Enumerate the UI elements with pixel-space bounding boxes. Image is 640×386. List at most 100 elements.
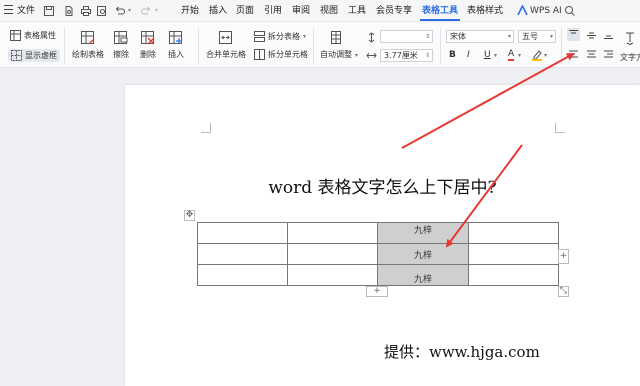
auto-fit-button[interactable]: 自动调整: [320, 30, 352, 60]
text-direction-icon[interactable]: [624, 31, 636, 45]
table-cell[interactable]: [468, 222, 559, 244]
draw-table-button[interactable]: 绘制表格: [72, 30, 104, 60]
merge-cells-button[interactable]: 合并单元格: [206, 30, 246, 60]
split-cells-icon: [254, 49, 265, 60]
table-properties-icon: [10, 30, 21, 41]
table-cell[interactable]: [468, 243, 559, 265]
insert-row-icon: [169, 31, 182, 44]
row-height-field[interactable]: ⇕: [380, 30, 433, 43]
underline-icon[interactable]: U: [484, 50, 491, 60]
tab-home[interactable]: 开始: [181, 4, 199, 18]
tab-page[interactable]: 页面: [236, 4, 254, 18]
undo-dropdown-icon[interactable]: ▾: [128, 4, 131, 18]
row-height-stepper-icon[interactable]: ⇕: [425, 31, 430, 42]
menu-bar: 文件 ▾ ▾ 开始 插入 页面 引用 审阅 视图 工具 会员专享 表格工具 表格…: [0, 0, 640, 22]
table-cell[interactable]: [197, 243, 288, 265]
table-cell[interactable]: [287, 243, 378, 265]
erase-button[interactable]: 擦除: [113, 30, 129, 60]
tab-view[interactable]: 视图: [320, 4, 338, 18]
split-cells-label: 拆分单元格: [268, 50, 308, 59]
insert-button[interactable]: 插入: [168, 30, 184, 60]
table-cell[interactable]: [468, 264, 559, 286]
table-cell[interactable]: [287, 264, 378, 286]
underline-dropdown-icon[interactable]: ▾: [494, 52, 497, 59]
table-resize-handle-icon[interactable]: ⤡: [558, 286, 569, 297]
font-size-dropdown-icon: ▾: [549, 33, 553, 40]
save-icon[interactable]: [43, 5, 55, 17]
insert-label: 插入: [168, 50, 184, 59]
font-name-dropdown-icon: ▾: [507, 33, 511, 40]
column-width-value: 3.77厘米: [384, 51, 418, 60]
merge-cells-label: 合并单元格: [206, 50, 246, 59]
tab-references[interactable]: 引用: [264, 4, 282, 18]
highlight-icon[interactable]: [531, 49, 543, 61]
add-column-icon[interactable]: +: [558, 249, 569, 264]
redo-dropdown-icon[interactable]: ▾: [155, 4, 158, 18]
split-table-button[interactable]: 拆分表格 ▾: [254, 31, 306, 42]
font-size-select[interactable]: 五号 ▾: [518, 30, 556, 43]
align-top-icon[interactable]: [567, 28, 580, 41]
align-center-icon[interactable]: [585, 48, 598, 61]
show-grid-label: 显示虚框: [25, 51, 57, 60]
split-table-dropdown-icon: ▾: [303, 33, 307, 40]
menu-file[interactable]: 文件: [17, 4, 35, 18]
align-right-icon[interactable]: [602, 48, 615, 61]
table-cell-selected[interactable]: 九梓: [377, 264, 469, 286]
split-cells-button[interactable]: 拆分单元格: [254, 49, 308, 60]
show-grid-button[interactable]: 显示虚框: [8, 49, 60, 62]
tab-member[interactable]: 会员专享: [376, 4, 412, 18]
print-preview-icon[interactable]: [96, 5, 108, 17]
add-row-icon[interactable]: +: [366, 286, 388, 297]
credit-text: 提供：www.hjga.com: [384, 343, 540, 361]
undo-icon[interactable]: [114, 5, 126, 17]
highlight-dropdown-icon[interactable]: ▾: [544, 52, 547, 59]
erase-label: 擦除: [113, 50, 129, 59]
auto-fit-icon: [331, 31, 341, 44]
show-grid-icon: [11, 50, 22, 61]
font-size-value: 五号: [522, 32, 538, 41]
table-properties-button[interactable]: 表格属性: [10, 30, 56, 41]
document-title: word 表格文字怎么上下居中?: [268, 178, 497, 198]
align-middle-icon[interactable]: [585, 28, 598, 41]
auto-fit-dropdown-icon[interactable]: ▾: [355, 52, 358, 59]
table-row: 九梓: [197, 243, 559, 265]
export-pdf-icon[interactable]: [63, 5, 75, 17]
tab-tools[interactable]: 工具: [348, 4, 366, 18]
draw-table-label: 绘制表格: [72, 50, 104, 59]
tab-table-tools[interactable]: 表格工具: [422, 4, 458, 18]
redo-icon[interactable]: [140, 5, 152, 17]
align-left-icon[interactable]: [567, 48, 580, 61]
table-cell-selected[interactable]: 九梓: [377, 243, 469, 265]
font-color-icon[interactable]: A: [508, 49, 515, 61]
margin-marker-top-right: [555, 123, 565, 133]
column-width-icon: [366, 52, 377, 59]
ribbon-separator: [440, 28, 441, 64]
menu-icon[interactable]: [4, 5, 13, 14]
table-cell[interactable]: [197, 222, 288, 244]
bold-icon[interactable]: B: [449, 50, 456, 60]
table-cell[interactable]: [287, 222, 378, 244]
active-tab-indicator: [420, 19, 460, 21]
margin-marker-top-left: [201, 123, 211, 133]
print-icon[interactable]: [80, 5, 92, 17]
tab-review[interactable]: 审阅: [292, 4, 310, 18]
delete-button[interactable]: 删除: [140, 30, 156, 60]
italic-icon[interactable]: I: [467, 50, 470, 60]
font-name-select[interactable]: 宋体 ▾: [446, 30, 514, 43]
table-move-handle-icon[interactable]: ✥: [184, 210, 195, 221]
search-icon[interactable]: [564, 5, 576, 17]
column-width-stepper-icon[interactable]: ⇕: [425, 50, 430, 61]
split-table-label: 拆分表格: [268, 32, 300, 41]
table-row: 九梓: [197, 264, 559, 286]
table-cell[interactable]: [197, 264, 288, 286]
font-color-dropdown-icon[interactable]: ▾: [518, 52, 521, 59]
draw-table-icon: [81, 31, 95, 45]
tab-insert[interactable]: 插入: [209, 4, 227, 18]
table-cell-selected[interactable]: 九梓: [377, 222, 469, 244]
wps-ai-button[interactable]: WPS AI: [530, 4, 562, 18]
align-bottom-icon[interactable]: [602, 28, 615, 41]
tab-table-style[interactable]: 表格样式: [467, 4, 503, 18]
ribbon-separator: [198, 28, 199, 64]
document-table[interactable]: 九梓 九梓 九梓: [197, 222, 559, 286]
column-width-field[interactable]: 3.77厘米 ⇕: [380, 49, 433, 62]
